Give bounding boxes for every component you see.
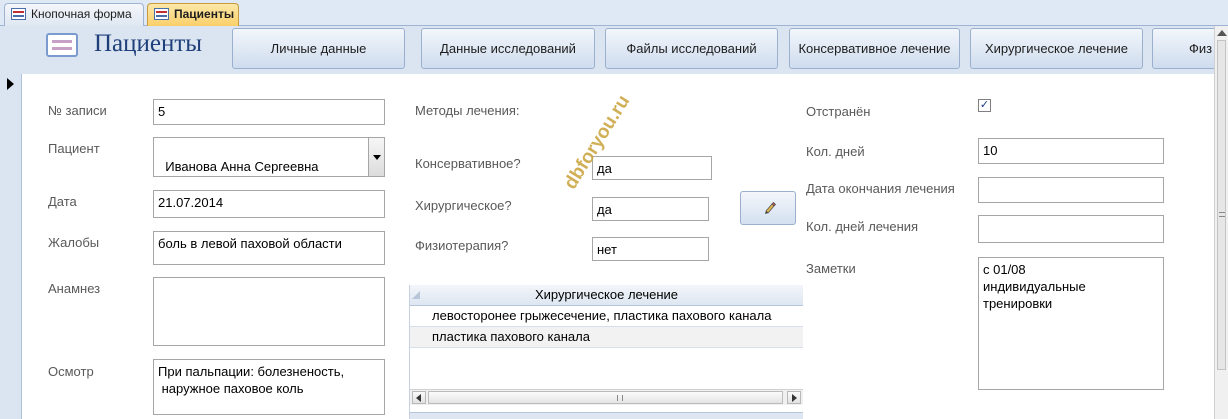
tab-label: Пациенты bbox=[174, 7, 235, 21]
days-field[interactable]: 10 bbox=[978, 138, 1164, 164]
personal-data-button[interactable]: Личные данные bbox=[232, 28, 405, 69]
pencil-icon bbox=[765, 201, 777, 214]
checkmark-icon: ✓ bbox=[979, 99, 990, 111]
surgical-treatment-button[interactable]: Хирургическое лечение bbox=[970, 28, 1143, 69]
scrollbar-thumb[interactable] bbox=[428, 391, 783, 404]
notes-field[interactable]: с 01/08 индивидуальные тренировки bbox=[978, 257, 1164, 390]
tab-switchboard[interactable]: Кнопочная форма bbox=[4, 3, 144, 26]
patient-label: Пациент bbox=[48, 141, 100, 156]
scroll-right-icon[interactable] bbox=[787, 391, 801, 404]
scroll-grip-icon bbox=[617, 395, 623, 401]
scroll-left-icon[interactable] bbox=[412, 391, 426, 404]
removed-checkbox[interactable]: ✓ bbox=[978, 99, 991, 112]
conservative-label: Консервативное? bbox=[415, 156, 521, 171]
complaints-label: Жалобы bbox=[48, 235, 100, 250]
research-files-button[interactable]: Файлы исследований bbox=[605, 28, 778, 69]
treatment-methods-label: Методы лечения: bbox=[415, 103, 520, 118]
form-logo-icon bbox=[46, 33, 78, 57]
patient-value: Иванова Анна Сергеевна bbox=[165, 159, 319, 174]
subform-header-label: Хирургическое лечение bbox=[534, 287, 679, 302]
notes-label: Заметки bbox=[806, 261, 856, 276]
form-icon bbox=[154, 8, 169, 20]
date-field[interactable]: 21.07.2014 bbox=[153, 190, 385, 218]
record-selector[interactable] bbox=[0, 74, 22, 419]
table-cell: пластика пахового канала bbox=[432, 329, 590, 344]
treatment-days-label: Кол. дней лечения bbox=[806, 219, 919, 234]
end-date-field[interactable] bbox=[978, 177, 1164, 203]
conservative-field[interactable]: да bbox=[592, 156, 712, 180]
current-record-arrow-icon bbox=[7, 78, 14, 90]
tab-patients[interactable]: Пациенты bbox=[147, 3, 239, 26]
scroll-grip-icon bbox=[1219, 212, 1225, 217]
surgical-field[interactable]: да bbox=[592, 197, 709, 221]
surgical-treatment-subform: Хирургическое лечение левосторонее грыже… bbox=[409, 285, 803, 419]
date-label: Дата bbox=[48, 194, 77, 209]
tab-label: Кнопочная форма bbox=[31, 7, 132, 21]
physio-field[interactable]: нет bbox=[592, 237, 709, 261]
scroll-up-icon[interactable] bbox=[1217, 30, 1227, 36]
table-row[interactable]: левосторонее грыжесечение, пластика пахо… bbox=[410, 306, 803, 327]
scrollbar-thumb[interactable] bbox=[1217, 40, 1226, 370]
edit-button[interactable] bbox=[740, 191, 796, 225]
patient-combobox[interactable]: Иванова Анна Сергеевна bbox=[153, 137, 385, 177]
select-all-icon[interactable] bbox=[412, 291, 420, 299]
document-tab-bar: Кнопочная форма Пациенты bbox=[0, 0, 1228, 26]
page-title: Пациенты bbox=[94, 30, 203, 57]
record-no-field[interactable]: 5 bbox=[153, 99, 385, 125]
conservative-treatment-button[interactable]: Консервативное лечение bbox=[789, 28, 960, 69]
chevron-down-icon[interactable] bbox=[368, 138, 384, 176]
subform-navigation-bar bbox=[410, 412, 803, 419]
anamnesis-label: Анамнез bbox=[48, 281, 101, 296]
physio-label: Физиотерапия? bbox=[415, 238, 509, 253]
record-no-label: № записи bbox=[48, 103, 107, 118]
table-row[interactable]: пластика пахового канала bbox=[410, 327, 803, 348]
complaints-field[interactable]: боль в левой паховой области bbox=[153, 231, 385, 265]
end-date-label: Дата окончания лечения bbox=[806, 181, 955, 196]
exam-field[interactable]: При пальпации: болезненость, наружное па… bbox=[153, 359, 385, 415]
removed-label: Отстранён bbox=[806, 104, 871, 119]
exam-label: Осмотр bbox=[48, 364, 94, 379]
surgical-label: Хирургическое? bbox=[415, 198, 512, 213]
form-header: Пациенты Личные данные Данные исследован… bbox=[0, 26, 1228, 74]
anamnesis-field[interactable] bbox=[153, 277, 385, 346]
days-label: Кол. дней bbox=[806, 144, 865, 159]
subform-column-header[interactable]: Хирургическое лечение bbox=[410, 285, 803, 306]
form-icon bbox=[11, 8, 26, 20]
vertical-scrollbar[interactable] bbox=[1214, 26, 1228, 419]
table-cell: левосторонее грыжесечение, пластика пахо… bbox=[432, 308, 772, 323]
horizontal-scrollbar[interactable] bbox=[410, 389, 803, 405]
treatment-days-field[interactable] bbox=[978, 215, 1164, 243]
research-data-button[interactable]: Данные исследований bbox=[421, 28, 595, 69]
